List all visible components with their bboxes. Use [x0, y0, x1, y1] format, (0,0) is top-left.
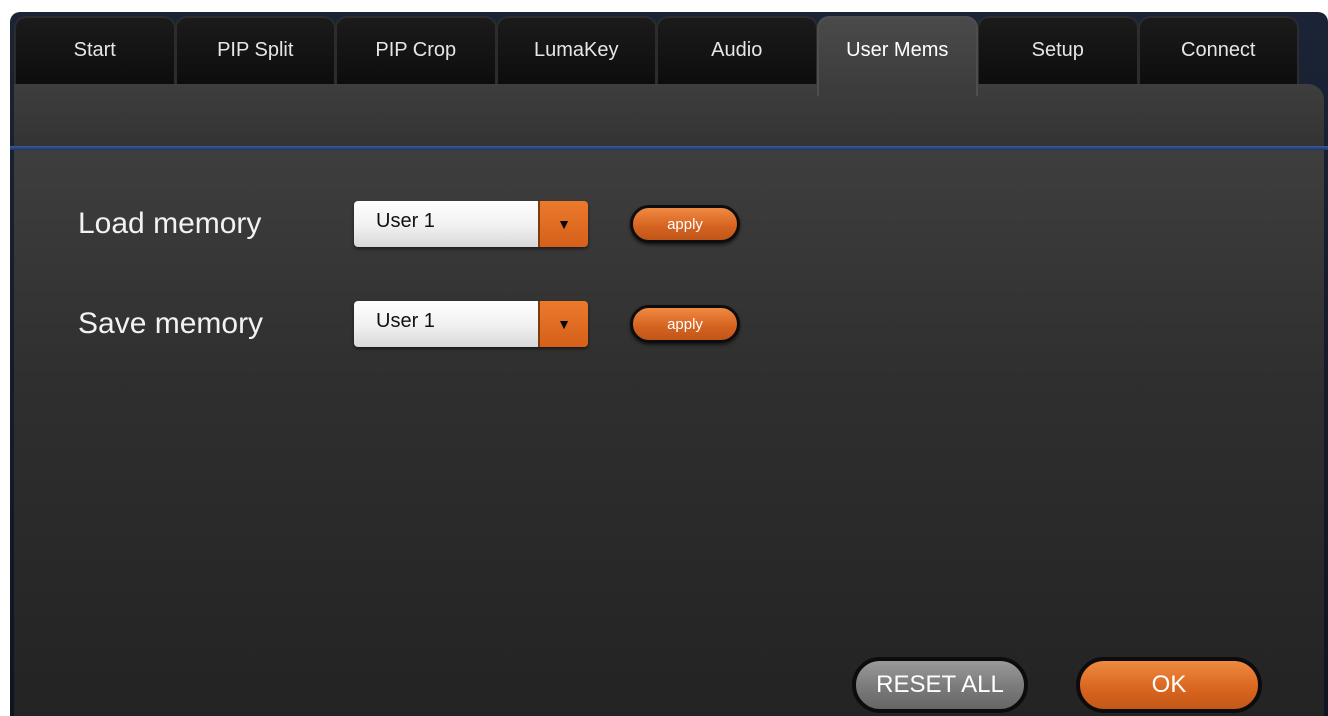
- load-memory-label: Load memory: [78, 207, 262, 240]
- save-memory-label: Save memory: [78, 307, 264, 340]
- load-memory-select[interactable]: User 1 ▼: [354, 201, 588, 247]
- tab-pip-crop[interactable]: PIP Crop: [335, 16, 497, 88]
- load-memory-row: Load memory User 1 ▼ apply: [78, 196, 740, 252]
- tab-lumakey[interactable]: LumaKey: [495, 16, 657, 88]
- divider: [10, 146, 1328, 150]
- tab-pip-split[interactable]: PIP Split: [174, 16, 336, 88]
- chevron-down-icon[interactable]: ▼: [538, 201, 588, 247]
- save-memory-value: User 1: [354, 301, 538, 347]
- tab-start[interactable]: Start: [14, 16, 176, 88]
- tab-connect[interactable]: Connect: [1137, 16, 1299, 88]
- load-memory-value: User 1: [354, 201, 538, 247]
- user-mems-panel: Load memory User 1 ▼ apply Save memory U…: [14, 150, 1324, 716]
- tab-setup[interactable]: Setup: [977, 16, 1139, 88]
- tab-audio[interactable]: Audio: [656, 16, 818, 88]
- reset-all-button[interactable]: RESET ALL: [852, 657, 1028, 713]
- save-memory-select[interactable]: User 1 ▼: [354, 301, 588, 347]
- tab-content-header: [14, 84, 1324, 146]
- ok-button[interactable]: OK: [1076, 657, 1262, 713]
- chevron-down-icon[interactable]: ▼: [538, 301, 588, 347]
- save-memory-row: Save memory User 1 ▼ apply: [78, 296, 740, 352]
- tab-user-mems[interactable]: User Mems: [816, 16, 978, 96]
- app-window: Start PIP Split PIP Crop LumaKey Audio U…: [10, 12, 1328, 716]
- load-apply-button[interactable]: apply: [630, 205, 740, 243]
- save-apply-button[interactable]: apply: [630, 305, 740, 343]
